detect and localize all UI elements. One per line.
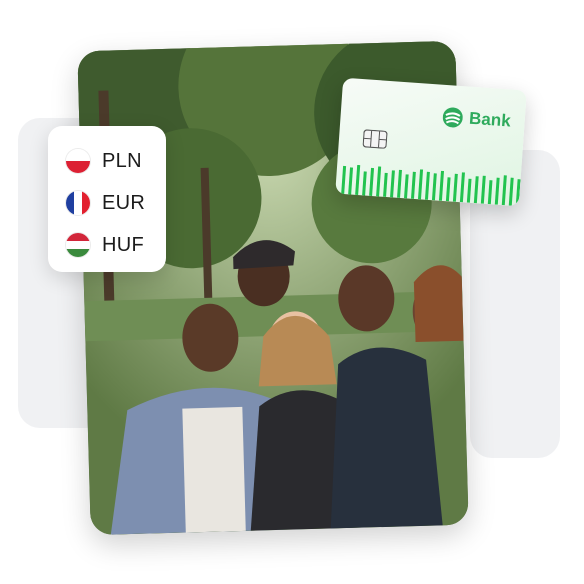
currency-code: PLN: [102, 149, 142, 172]
card-stripe: [452, 173, 458, 202]
currency-code: HUF: [102, 233, 145, 256]
card-stripe: [410, 171, 416, 199]
poland-flag-icon: [66, 149, 90, 173]
card-stripe: [445, 177, 451, 202]
currency-item-eur[interactable]: EUR: [66, 182, 166, 224]
card-stripe: [438, 170, 445, 201]
card-stripe: [376, 166, 382, 197]
card-stripe: [390, 170, 395, 198]
hungary-flag-icon: [66, 233, 90, 257]
promo-illustration: PLN EUR HUF Bank: [0, 0, 584, 584]
card-stripe: [431, 173, 437, 201]
card-stripe: [404, 174, 409, 199]
card-stripe: [508, 177, 514, 206]
bank-brand: Bank: [443, 107, 512, 132]
card-chip-icon: [362, 129, 388, 149]
currency-list-card: PLN EUR HUF: [48, 126, 166, 272]
card-stripe: [417, 169, 424, 200]
card-stripe: [494, 177, 500, 205]
card-stripe: [487, 180, 493, 205]
france-flag-icon: [66, 191, 90, 215]
card-stripe: [383, 172, 388, 197]
card-stripe: [355, 164, 361, 196]
card-stripe: [369, 167, 375, 197]
bank-logo-icon: [443, 107, 464, 128]
card-stripe: [424, 171, 430, 200]
bank-name: Bank: [468, 108, 512, 131]
card-stripe: [341, 165, 347, 195]
card-stripe: [348, 167, 354, 195]
card-stripe: [480, 175, 486, 204]
currency-code: EUR: [102, 191, 146, 214]
card-stripe: [501, 175, 507, 206]
currency-item-huf[interactable]: HUF: [66, 224, 166, 266]
card-stripe: [473, 176, 479, 204]
bank-card: Bank: [335, 77, 527, 207]
currency-item-pln[interactable]: PLN: [66, 140, 166, 182]
card-stripe: [459, 172, 465, 203]
card-stripe: [466, 178, 472, 203]
card-stripe: [397, 169, 402, 198]
card-stripe: [362, 171, 367, 196]
